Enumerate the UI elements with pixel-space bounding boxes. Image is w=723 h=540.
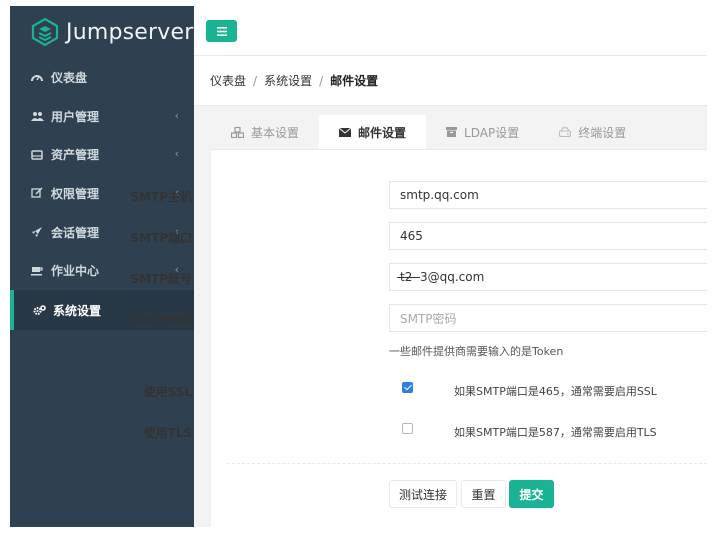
dashboard-icon [30,70,44,84]
smtp-host-input[interactable]: smtp.qq.com [389,181,707,209]
use-ssl-label: 使用SSL [143,385,192,399]
use-ssl-row: 使用SSL 如果SMTP端口是465，通常需要启用SSL [144,376,707,404]
smtp-user-label: SMTP账号 [130,272,192,286]
breadcrumb-separator: / [319,73,324,88]
tab-label: LDAP设置 [464,125,520,140]
tab-label: 邮件设置 [358,125,407,140]
password-help-text: 一些邮件提供商需要输入的是Token [389,345,564,358]
envelope-icon [339,127,352,137]
users-icon [30,109,44,123]
edit-icon [30,186,44,200]
tab-terminal-settings[interactable]: 终端设置 [539,115,646,149]
inbox-icon [30,148,44,162]
rocket-icon [30,225,44,239]
tab-ldap-settings[interactable]: LDAP设置 [426,115,539,149]
tab-email-settings[interactable]: 邮件设置 [319,115,427,149]
use-tls-row: 使用TLS 如果SMTP端口是587，通常需要启用TLS [144,417,707,445]
sidebar-item-dashboard[interactable]: 仪表盘 [10,58,194,97]
reset-button[interactable]: 重置 [461,480,506,508]
coffee-icon [30,264,44,278]
smtp-password-row: SMTP密码 SMTP密码 [130,304,707,332]
use-ssl-checkbox[interactable] [402,382,413,393]
smtp-port-row: SMTP端口 465 [130,222,707,250]
sidebar-item-label: 权限管理 [51,186,100,201]
tab-basic-settings[interactable]: 基本设置 [211,115,319,149]
use-tls-checkbox[interactable] [402,423,413,434]
sidebar-item-label: 用户管理 [51,109,100,124]
breadcrumb-link-settings[interactable]: 系统设置 [264,72,312,89]
smtp-port-input[interactable]: 465 [389,222,707,250]
chevron-left-icon: ‹ [174,147,179,161]
smtp-password-input[interactable]: SMTP密码 [389,304,707,332]
gears-icon [32,303,46,317]
top-navbar [194,6,707,56]
smtp-user-input[interactable]: t̶2̶ ̶̶̶̶ ̶̶̶3@qq.com [389,263,707,291]
app-window: Jumpserver 仪表盘 用户管理 ‹ 资产管理 ‹ 权限管理 ‹ 会话管理… [10,6,707,527]
sidebar-item-users[interactable]: 用户管理 ‹ [10,97,194,136]
smtp-host-label: SMTP主机 [130,190,192,204]
breadcrumb: 仪表盘 / 系统设置 / 邮件设置 [194,56,707,106]
cubes-icon [231,126,244,138]
sidebar-item-assets[interactable]: 资产管理 ‹ [10,135,194,174]
smtp-port-label: SMTP端口 [130,231,192,245]
chevron-left-icon: ‹ [174,108,179,122]
breadcrumb-link-dashboard[interactable]: 仪表盘 [210,72,246,89]
tab-label: 终端设置 [578,125,627,140]
settings-tabs: 基本设置 邮件设置 LDAP设置 终端设置 [211,115,707,150]
sidebar-item-label: 仪表盘 [51,70,88,85]
jumpserver-logo-icon [31,17,59,47]
test-connection-button[interactable]: 测试连接 [389,480,457,508]
smtp-host-row: SMTP主机 smtp.qq.com [130,181,707,209]
sidebar: Jumpserver 仪表盘 用户管理 ‹ 资产管理 ‹ 权限管理 ‹ 会话管理… [10,6,194,527]
hamburger-icon [216,26,227,36]
submit-button[interactable]: 提交 [509,480,554,508]
use-ssl-hint: 如果SMTP端口是465，通常需要启用SSL [454,385,657,398]
sidebar-item-label: 系统设置 [53,303,102,318]
form-divider [227,463,707,464]
logo[interactable]: Jumpserver [10,6,194,58]
brand-name: Jumpserver [66,19,194,45]
email-settings-form: SMTP主机 smtp.qq.com SMTP端口 465 SMTP账号 t̶2… [130,150,707,527]
sidebar-item-label: 会话管理 [51,225,100,240]
use-tls-hint: 如果SMTP端口是587，通常需要启用TLS [454,426,657,439]
tab-label: 基本设置 [251,125,300,140]
breadcrumb-separator: / [253,73,258,88]
hdd-icon [559,127,572,137]
sidebar-item-label: 资产管理 [51,148,100,163]
breadcrumb-current: 邮件设置 [330,74,379,88]
sidebar-item-label: 作业中心 [51,264,100,279]
sidebar-toggle-button[interactable] [206,20,237,42]
smtp-user-row: SMTP账号 t̶2̶ ̶̶̶̶ ̶̶̶3@qq.com [130,263,707,291]
use-tls-label: 使用TLS [143,426,192,440]
smtp-password-label: SMTP密码 [130,313,192,327]
archive-icon [446,127,458,137]
